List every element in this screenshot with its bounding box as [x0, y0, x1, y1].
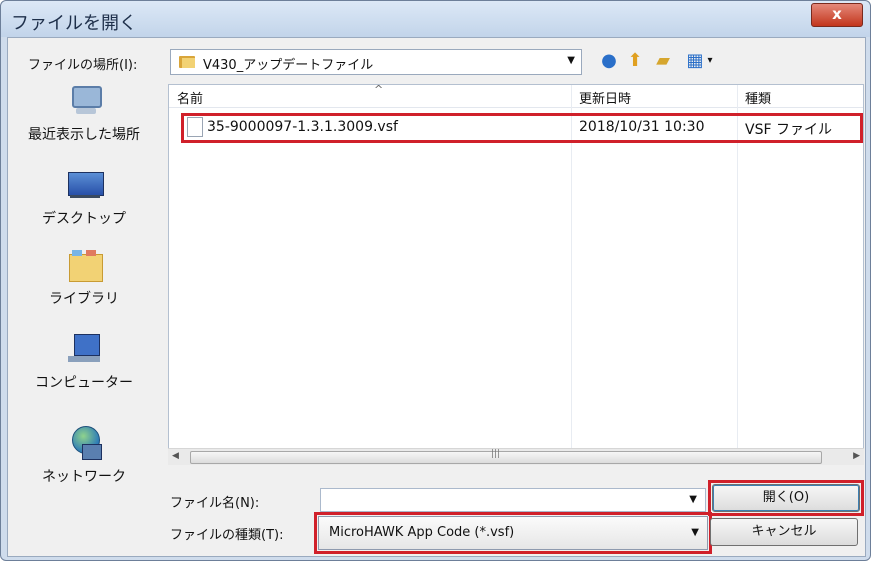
computer-icon [68, 332, 102, 366]
folder-icon [179, 55, 195, 68]
filename-input[interactable]: ▼ [320, 488, 706, 512]
scroll-left-icon[interactable]: ◀ [172, 451, 179, 461]
dialog-client-area: ファイルの場所(I): V430_アップデートファイル ▼ ● ⬆ ▰ ▦ ▾ … [7, 37, 866, 557]
column-name[interactable]: 名前 [177, 88, 203, 107]
library-icon [68, 248, 103, 282]
place-computer[interactable]: コンピューター [8, 332, 160, 410]
views-icon[interactable]: ▦ [684, 50, 706, 72]
recent-places-icon [68, 84, 102, 118]
chevron-down-icon: ▼ [567, 55, 575, 66]
place-network[interactable]: ネットワーク [8, 426, 160, 504]
title-bar: ファイルを開く x [1, 1, 870, 37]
open-file-dialog: ファイルを開く x ファイルの場所(I): V430_アップデートファイル ▼ … [0, 0, 871, 561]
new-folder-icon[interactable]: ▰ [652, 50, 674, 72]
scroll-right-icon[interactable]: ▶ [853, 451, 860, 461]
column-header: 名前 ^ 更新日時 種類 [169, 85, 863, 108]
desktop-icon [68, 168, 104, 202]
cancel-button[interactable]: キャンセル [710, 518, 858, 546]
open-button-highlight [708, 480, 864, 516]
filetype-highlight [314, 512, 712, 554]
column-type[interactable]: 種類 [745, 88, 771, 107]
place-label: デスクトップ [42, 211, 126, 227]
navigation-toolbar: ● ⬆ ▰ ▦ ▾ [598, 50, 738, 74]
place-label: ネットワーク [42, 469, 126, 485]
place-library[interactable]: ライブラリ [8, 248, 160, 326]
chevron-down-icon[interactable]: ▼ [689, 494, 697, 505]
close-icon: x [832, 5, 842, 23]
dialog-title: ファイルを開く [11, 13, 137, 34]
close-button[interactable]: x [811, 3, 863, 27]
back-icon[interactable]: ● [598, 50, 620, 72]
sort-ascending-icon: ^ [374, 84, 384, 96]
network-icon [68, 426, 102, 460]
filetype-label: ファイルの種類(T): [170, 528, 284, 543]
place-label: 最近表示した場所 [28, 127, 140, 143]
file-row-highlight [181, 113, 863, 143]
location-label: ファイルの場所(I): [28, 58, 138, 73]
horizontal-scrollbar[interactable]: ◀ ||| ▶ [168, 448, 864, 465]
location-dropdown[interactable]: V430_アップデートファイル ▼ [170, 49, 582, 75]
places-bar: 最近表示した場所 デスクトップ ライブラリ コンピューター ネットワーク [8, 84, 160, 504]
grip-icon: ||| [491, 449, 501, 459]
file-list[interactable]: 名前 ^ 更新日時 種類 35-9000097-1.3.1.3009.vsf 2… [168, 84, 864, 464]
place-label: ライブラリ [49, 291, 119, 307]
up-folder-icon[interactable]: ⬆ [624, 50, 646, 72]
scrollbar-thumb[interactable]: ||| [190, 449, 822, 464]
location-value: V430_アップデートファイル [203, 58, 374, 73]
place-recent[interactable]: 最近表示した場所 [8, 84, 160, 162]
views-dropdown-arrow-icon[interactable]: ▾ [704, 50, 716, 72]
filename-label: ファイル名(N): [170, 496, 260, 511]
place-label: コンピューター [35, 375, 133, 391]
column-modified[interactable]: 更新日時 [579, 88, 631, 107]
place-desktop[interactable]: デスクトップ [8, 168, 160, 246]
